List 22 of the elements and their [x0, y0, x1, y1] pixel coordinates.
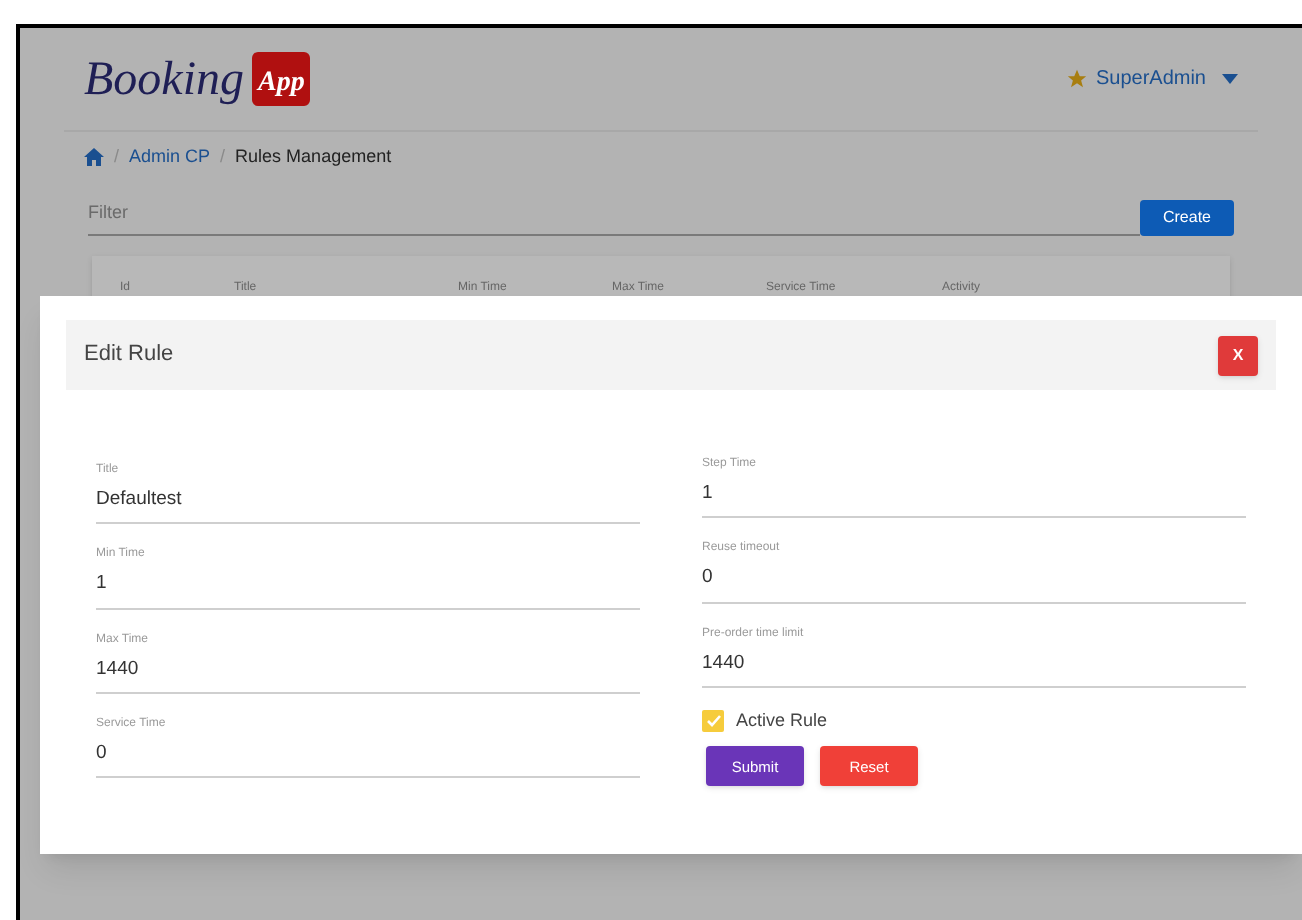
- breadcrumb-current: Rules Management: [235, 144, 392, 170]
- caret-icon[interactable]: [1222, 74, 1238, 84]
- input-field[interactable]: 1: [702, 474, 1246, 519]
- star-icon: [1065, 68, 1088, 90]
- create-button[interactable]: Create: [1140, 200, 1234, 236]
- modal-title: Edit Rule: [84, 340, 174, 371]
- checkbox[interactable]: [702, 710, 724, 732]
- breadcrumb-separator: /: [114, 144, 120, 170]
- breadcrumb-separator: /: [220, 144, 226, 170]
- input-field[interactable]: 1: [96, 564, 640, 609]
- user-menu[interactable]: SuperAdmin: [1095, 64, 1206, 94]
- logo-badge: App: [251, 52, 311, 106]
- input-field[interactable]: Defaultest: [96, 480, 640, 525]
- input-field[interactable]: 1440: [96, 649, 640, 694]
- brand-name: Booking: [84, 51, 244, 109]
- close-button[interactable]: X: [1218, 335, 1258, 375]
- input-field[interactable]: 0: [702, 558, 1246, 603]
- input-field[interactable]: 0: [96, 733, 640, 778]
- checkbox-label: Active Rule: [736, 707, 828, 734]
- input-field[interactable]: 1440: [702, 643, 1246, 688]
- home-icon[interactable]: [84, 148, 104, 167]
- breadcrumb-link[interactable]: Admin CP: [129, 144, 211, 171]
